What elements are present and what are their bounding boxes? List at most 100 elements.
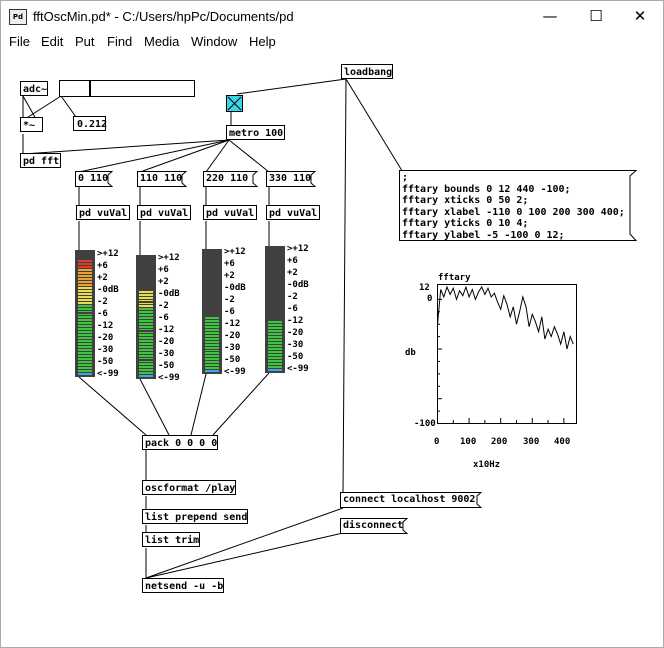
vu-scale-label: <-99 (158, 373, 180, 383)
maximize-button[interactable]: ☐ (573, 1, 619, 32)
wire (342, 78, 347, 495)
pd-vuval-subpatch[interactable]: pd vuVal (76, 205, 130, 220)
vu-scale-label: -50 (224, 355, 241, 365)
vu-meter (75, 250, 95, 377)
title-bar: Pd fftOscMin.pd* - C:/Users/hpPc/Documen… (1, 1, 663, 32)
vu-segment (139, 296, 153, 299)
menu-help[interactable]: Help (249, 34, 276, 49)
pd-vuval-subpatch[interactable]: pd vuVal (266, 205, 320, 220)
number-box[interactable]: 0.212 (73, 116, 107, 131)
graph-x-tick: 0 (434, 437, 440, 447)
vu-segment (139, 305, 153, 308)
fftary-config-message[interactable]: ; fftary bounds 0 12 440 -100; fftary xt… (399, 170, 628, 243)
close-button[interactable]: ✕ (617, 1, 663, 32)
vu-scale-label: -6 (97, 309, 108, 319)
vu-segment (139, 351, 153, 354)
pd-fft-subpatch[interactable]: pd fft (20, 153, 61, 168)
vu-segment (78, 370, 92, 372)
vu-scale-label: -2 (97, 297, 108, 307)
vu-segment (139, 346, 153, 348)
vu-scale-label: <-99 (224, 367, 246, 377)
vu-scale-label: -0dB (287, 280, 309, 290)
vu-segment (78, 286, 92, 289)
metro-object[interactable]: metro 100 (226, 125, 285, 140)
pd-vuval-subpatch[interactable]: pd vuVal (203, 205, 257, 220)
vu-segment (268, 336, 282, 339)
vu-segment (268, 357, 282, 360)
menu-edit[interactable]: Edit (41, 34, 63, 49)
vu-scale-label: -6 (224, 307, 235, 317)
list-prepend-object[interactable]: list prepend send (142, 509, 248, 524)
pd-app-icon: Pd (9, 9, 27, 25)
graph-y-tick: 12 (419, 283, 430, 293)
menu-put[interactable]: Put (75, 34, 95, 49)
menu-media[interactable]: Media (144, 34, 179, 49)
vu-segment (139, 299, 153, 302)
vu-scale-label: -30 (158, 349, 175, 359)
wire (190, 373, 207, 436)
multiply-object[interactable]: *~ (20, 117, 43, 132)
vu-segment (268, 351, 282, 354)
oscformat-object[interactable]: oscformat /play (142, 480, 236, 495)
vu-segment (139, 369, 153, 372)
vu-segment (205, 323, 219, 326)
vu-meter (202, 249, 222, 374)
loadbang-object[interactable]: loadbang (341, 64, 393, 79)
hslider[interactable] (59, 80, 195, 97)
menu-window[interactable]: Window (191, 34, 237, 49)
vu-segment (78, 355, 92, 358)
fftary-graph[interactable] (437, 284, 577, 426)
vu-scale-label: +6 (287, 256, 298, 266)
vu-segment (139, 319, 153, 322)
vu-segment (268, 333, 282, 336)
vu-segment (268, 339, 282, 342)
vu-scale-label: +2 (224, 271, 235, 281)
vu-scale-label: -12 (158, 325, 175, 335)
vu-segment (78, 304, 92, 307)
vu-segment (78, 313, 92, 316)
vu-segment (139, 366, 153, 369)
vu-segment (205, 340, 219, 343)
graph-y-tick: -100 (414, 419, 436, 429)
connect-message[interactable]: connect localhost 9002 (340, 492, 475, 507)
vu-segment (205, 343, 219, 346)
vu-segment (268, 366, 282, 368)
graph-y-tick: 0 (427, 294, 433, 304)
band-message-1[interactable]: 110 110 (137, 171, 182, 186)
vu-scale-label: >+12 (158, 253, 180, 263)
toggle[interactable] (226, 95, 243, 112)
band-message-2[interactable]: 220 110 (203, 171, 248, 186)
vu-segment (268, 354, 282, 357)
vu-scale-label: >+12 (287, 244, 309, 254)
vu-segment (78, 349, 92, 352)
hslider-knob[interactable] (89, 81, 91, 96)
band-message-3[interactable]: 330 110 (266, 171, 311, 186)
vu-scale-label: -12 (287, 316, 304, 326)
vu-segment (139, 293, 153, 296)
pack-object[interactable]: pack 0 0 0 0 (142, 435, 218, 450)
netsend-object[interactable]: netsend -u -b (142, 578, 224, 593)
menu-find[interactable]: Find (107, 34, 132, 49)
list-trim-object[interactable]: list trim (142, 532, 200, 547)
vu-meter (136, 255, 156, 379)
pd-vuval-subpatch[interactable]: pd vuVal (137, 205, 191, 220)
vu-scale-label: +6 (224, 259, 235, 269)
vu-segment (205, 361, 219, 364)
vu-segment (78, 373, 92, 375)
vu-segment (78, 361, 92, 364)
minimize-button[interactable]: — (527, 1, 573, 32)
vu-segment (139, 360, 153, 363)
window-title: fftOscMin.pd* - C:/Users/hpPc/Documents/… (33, 9, 294, 24)
adc-object[interactable]: adc~ (20, 81, 48, 96)
vu-segment (268, 330, 282, 333)
vu-scale-label: -0dB (97, 285, 119, 295)
band-message-0[interactable]: 0 110 (75, 171, 108, 186)
disconnect-message[interactable]: disconnect (340, 518, 403, 533)
menu-file[interactable]: File (9, 34, 30, 49)
vu-segment (78, 265, 92, 268)
vu-segment (268, 327, 282, 330)
vu-segment (78, 325, 92, 328)
vu-segment (78, 280, 92, 283)
vu-scale-label: -50 (97, 357, 114, 367)
patch-canvas[interactable]: adc~ *~ 0.212 pd fft loadbang metro 100 … (1, 52, 663, 647)
